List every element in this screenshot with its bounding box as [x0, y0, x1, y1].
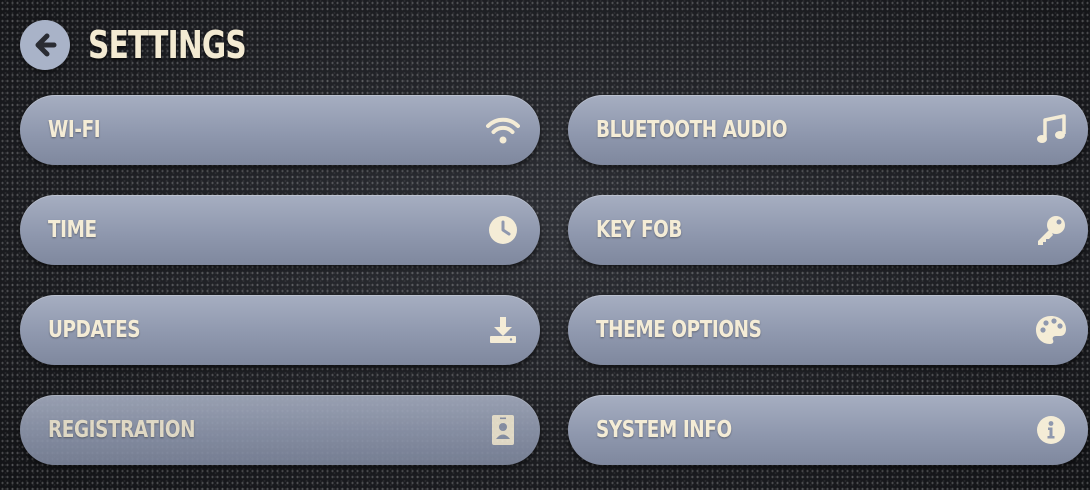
info-icon: [1034, 413, 1068, 447]
page-title: SETTINGS: [88, 23, 247, 67]
system-info-button[interactable]: SYSTEM INFO: [568, 395, 1088, 465]
back-button[interactable]: [20, 20, 70, 70]
updates-button[interactable]: UPDATES: [20, 295, 540, 365]
time-label: TIME: [48, 217, 97, 243]
theme-options-button[interactable]: THEME OPTIONS: [568, 295, 1088, 365]
wifi-icon: [486, 113, 520, 147]
key-fob-button[interactable]: KEY FOB: [568, 195, 1088, 265]
palette-icon: [1034, 313, 1068, 347]
settings-screen: SETTINGS WI-FI TIME UPDATES REGISTRATION…: [0, 0, 1090, 490]
registration-label: REGISTRATION: [48, 417, 196, 443]
theme-options-label: THEME OPTIONS: [596, 317, 762, 343]
time-button[interactable]: TIME: [20, 195, 540, 265]
header: SETTINGS: [20, 20, 291, 70]
wifi-button[interactable]: WI-FI: [20, 95, 540, 165]
clock-icon: [486, 213, 520, 247]
arrow-left-circle-icon: [35, 33, 57, 57]
download-icon: [486, 313, 520, 347]
key-icon: [1034, 213, 1068, 247]
wifi-label: WI-FI: [48, 117, 101, 143]
bluetooth-audio-label: BLUETOOTH AUDIO: [596, 117, 788, 143]
id-badge-icon: [486, 413, 520, 447]
system-info-label: SYSTEM INFO: [596, 417, 732, 443]
bluetooth-audio-button[interactable]: BLUETOOTH AUDIO: [568, 95, 1088, 165]
music-note-icon: [1034, 113, 1068, 147]
updates-label: UPDATES: [48, 317, 141, 343]
registration-button[interactable]: REGISTRATION: [20, 395, 540, 465]
key-fob-label: KEY FOB: [596, 217, 682, 243]
